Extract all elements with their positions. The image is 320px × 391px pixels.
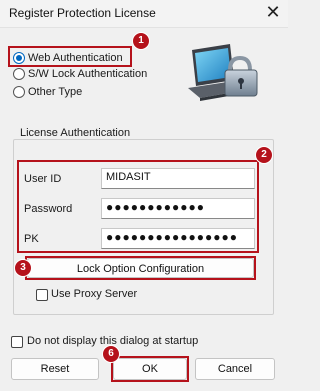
- radio-other-type[interactable]: Other Type: [13, 84, 82, 100]
- use-proxy-checkbox[interactable]: [36, 289, 48, 301]
- user-id-label: User ID: [24, 173, 62, 185]
- group-title: License Authentication: [17, 127, 134, 139]
- close-icon[interactable]: ✕: [262, 1, 284, 25]
- radio-sw-lock-authentication[interactable]: S/W Lock Authentication: [13, 66, 147, 82]
- pk-label: PK: [24, 233, 39, 245]
- laptop-lock-icon: [184, 40, 266, 108]
- radio-button[interactable]: [13, 68, 25, 80]
- no-show-checkbox[interactable]: [11, 336, 23, 348]
- pk-field[interactable]: ●●●●●●●●●●●●●●●●: [101, 228, 255, 249]
- radio-button[interactable]: [13, 86, 25, 98]
- radio-label: Other Type: [28, 86, 83, 98]
- callout-badge-3: 3: [14, 259, 32, 277]
- callout-web-authentication: [8, 46, 132, 67]
- password-label: Password: [24, 203, 73, 215]
- callout-ok: [111, 356, 189, 382]
- user-id-field[interactable]: MIDASIT: [101, 168, 255, 189]
- window-title: Register Protection License: [9, 6, 156, 20]
- callout-badge-1: 1: [132, 32, 150, 50]
- callout-lock-option: [25, 256, 256, 280]
- password-field[interactable]: ●●●●●●●●●●●●: [101, 198, 255, 219]
- cancel-button[interactable]: Cancel: [195, 358, 275, 380]
- use-proxy-label: Use Proxy Server: [51, 288, 138, 300]
- reset-button[interactable]: Reset: [11, 358, 99, 380]
- callout-badge-2: 2: [255, 146, 273, 164]
- callout-badge-6: 6: [102, 345, 120, 363]
- radio-label: S/W Lock Authentication: [28, 68, 148, 80]
